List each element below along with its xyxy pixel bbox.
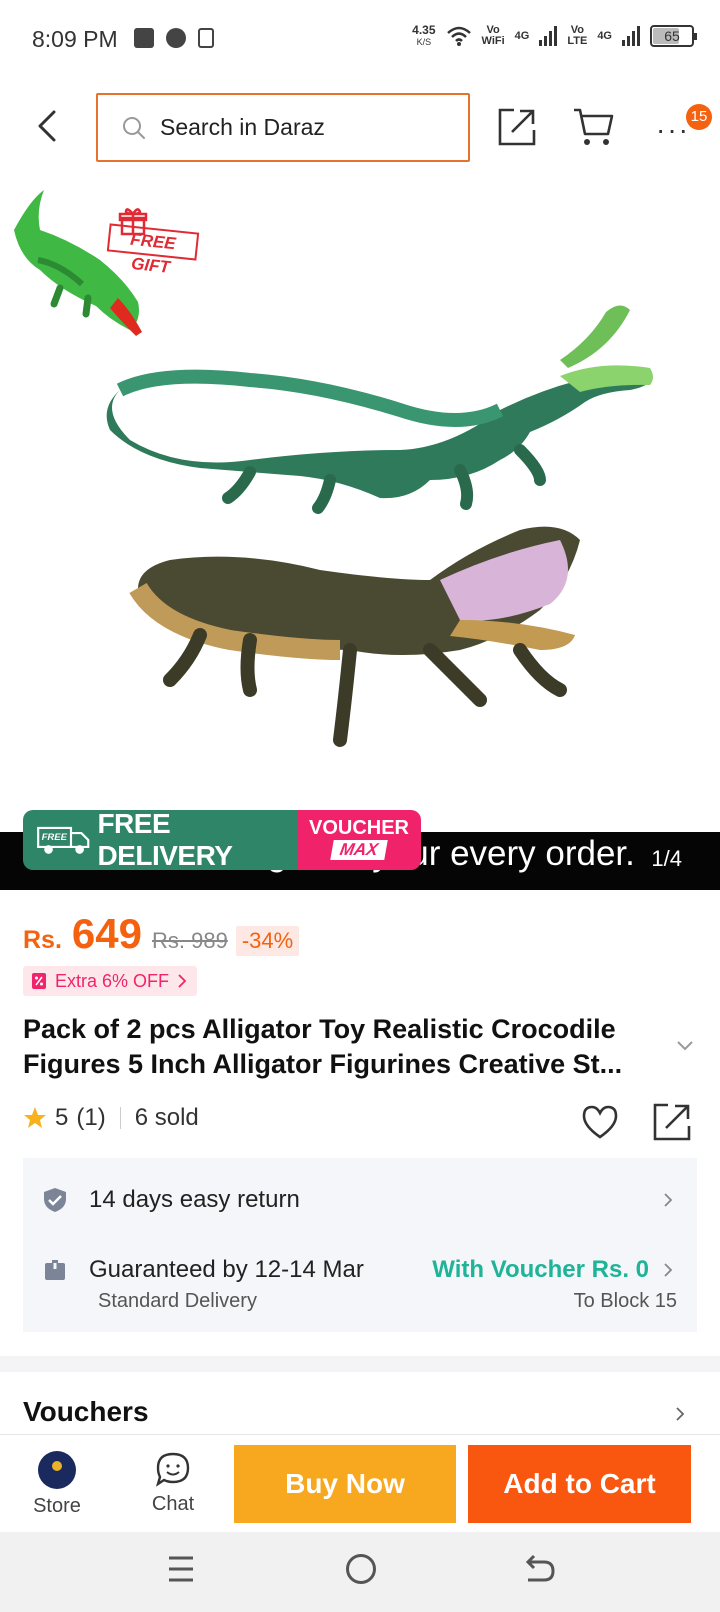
- current-price: 649: [71, 910, 142, 957]
- image-counter: 1/4: [651, 846, 682, 871]
- discount-badge: -34%: [235, 926, 300, 956]
- chat-button[interactable]: Chat: [138, 1445, 208, 1525]
- delivery-guarantee-text: Guaranteed by 12-14 Mar: [89, 1256, 364, 1283]
- product-image-gallery[interactable]: FREE GIFT l mini crocodile gift on your …: [0, 180, 720, 890]
- max-label: MAX: [330, 840, 388, 860]
- rating-value: 5: [55, 1104, 69, 1131]
- system-navigation-bar: [0, 1532, 720, 1612]
- store-label: Store: [33, 1495, 81, 1517]
- nav-back-icon[interactable]: [524, 1552, 556, 1586]
- notification-icons: [134, 28, 214, 48]
- rating-count: (1): [76, 1104, 106, 1131]
- delivery-destination: To Block 15: [573, 1290, 677, 1312]
- price-row: Rs. 649 Rs. 989 -34%: [23, 910, 300, 962]
- product-title: Pack of 2 pcs Alligator Toy Realistic Cr…: [23, 1014, 623, 1079]
- status-bar: 8:09 PM 4.35 K/S Vo WiFi 4G Vo LTE 4G 65: [0, 0, 720, 80]
- delivery-row[interactable]: Guaranteed by 12-14 Mar With Voucher Rs.…: [43, 1250, 677, 1290]
- original-price: Rs. 989: [151, 928, 228, 953]
- chevron-right-icon: [664, 1263, 673, 1277]
- free-delivery-banner: FREE FREE DELIVERY VOUCHER MAX: [23, 810, 421, 870]
- truck-icon: FREE: [37, 826, 90, 854]
- chat-label: Chat: [151, 1493, 195, 1515]
- message-notification-icon: [166, 28, 186, 48]
- extra-discount-label: Extra 6% OFF: [55, 970, 170, 991]
- network-type-2: 4G: [597, 29, 612, 42]
- share-icon[interactable]: [652, 1102, 692, 1142]
- back-icon[interactable]: [28, 106, 68, 146]
- more-button[interactable]: ··· 15: [652, 104, 712, 148]
- top-navigation: ··· 15: [0, 80, 720, 180]
- chevron-down-icon[interactable]: [676, 1040, 694, 1052]
- voucher-max-section: VOUCHER MAX: [297, 810, 421, 870]
- battery-icon: 65: [650, 25, 697, 47]
- price-currency: Rs.: [23, 926, 62, 954]
- voucher-label: VOUCHER: [308, 817, 409, 839]
- net-speed: 4.35 K/S: [412, 23, 436, 47]
- download-notification-icon: [198, 28, 214, 48]
- delivery-type: Standard Delivery: [98, 1290, 257, 1312]
- section-divider: [0, 1356, 720, 1372]
- system-icons: 4.35 K/S Vo WiFi 4G Vo LTE 4G 65: [412, 23, 697, 48]
- add-to-cart-button[interactable]: Add to Cart: [468, 1445, 691, 1523]
- rating-row[interactable]: 5 (1) 6 sold: [23, 1104, 199, 1132]
- star-icon: [24, 1107, 46, 1128]
- return-policy-text: 14 days easy return: [89, 1186, 300, 1213]
- extra-discount-chip[interactable]: Extra 6% OFF: [23, 966, 198, 996]
- cart-icon[interactable]: [572, 106, 616, 148]
- home-icon[interactable]: [346, 1554, 376, 1584]
- divider: [119, 1107, 121, 1129]
- app-notification-icon: [134, 28, 154, 48]
- wifi-icon: [446, 26, 471, 46]
- search-icon: [123, 116, 145, 139]
- return-policy-row[interactable]: 14 days easy return: [43, 1180, 677, 1220]
- vo-lte-label: Vo LTE: [567, 24, 588, 47]
- free-delivery-label: FREE DELIVERY: [97, 810, 233, 870]
- search-input[interactable]: [160, 114, 450, 141]
- share-icon[interactable]: [496, 106, 538, 148]
- bottom-action-bar: Store Chat Buy Now Add to Cart: [0, 1434, 720, 1532]
- free-delivery-section: FREE FREE DELIVERY: [23, 810, 297, 870]
- network-type-1: 4G: [514, 29, 530, 42]
- sold-count: 6 sold: [134, 1104, 199, 1131]
- brown-alligator-figure: [129, 526, 580, 747]
- product-photo: [14, 190, 653, 747]
- free-gift-label: FREE GIFT: [106, 223, 200, 277]
- store-button[interactable]: Store: [22, 1445, 92, 1525]
- status-time: 8:09 PM: [32, 26, 118, 52]
- menu-icon[interactable]: [166, 1552, 196, 1586]
- free-gift-badge: FREE GIFT: [104, 208, 200, 277]
- buy-now-button[interactable]: Buy Now: [234, 1445, 456, 1523]
- service-info-box: 14 days easy return Guaranteed by 12-14 …: [23, 1158, 697, 1332]
- free-badge-text: FREE: [42, 832, 68, 843]
- vo-wifi-label: Vo WiFi: [481, 24, 505, 47]
- tag-icon: [32, 973, 46, 989]
- chevron-right-icon: [178, 974, 187, 988]
- vouchers-section[interactable]: Vouchers: [23, 1396, 697, 1436]
- shield-icon: [44, 1188, 66, 1212]
- store-logo: [38, 1451, 76, 1489]
- signal-icon: [539, 26, 558, 46]
- green-alligator-figure: [106, 305, 653, 514]
- more-icon: ···: [656, 114, 690, 145]
- box-icon: [45, 1260, 65, 1280]
- signal-icon-2: [622, 26, 640, 46]
- search-bar[interactable]: [96, 93, 470, 162]
- chat-icon: [155, 1452, 190, 1487]
- heart-icon[interactable]: [581, 1104, 619, 1140]
- delivery-voucher-text: With Voucher Rs. 0: [432, 1256, 649, 1283]
- chevron-right-icon: [664, 1193, 673, 1207]
- chevron-right-icon: [676, 1407, 685, 1421]
- vouchers-title: Vouchers: [23, 1396, 149, 1427]
- notification-badge: 15: [686, 104, 712, 130]
